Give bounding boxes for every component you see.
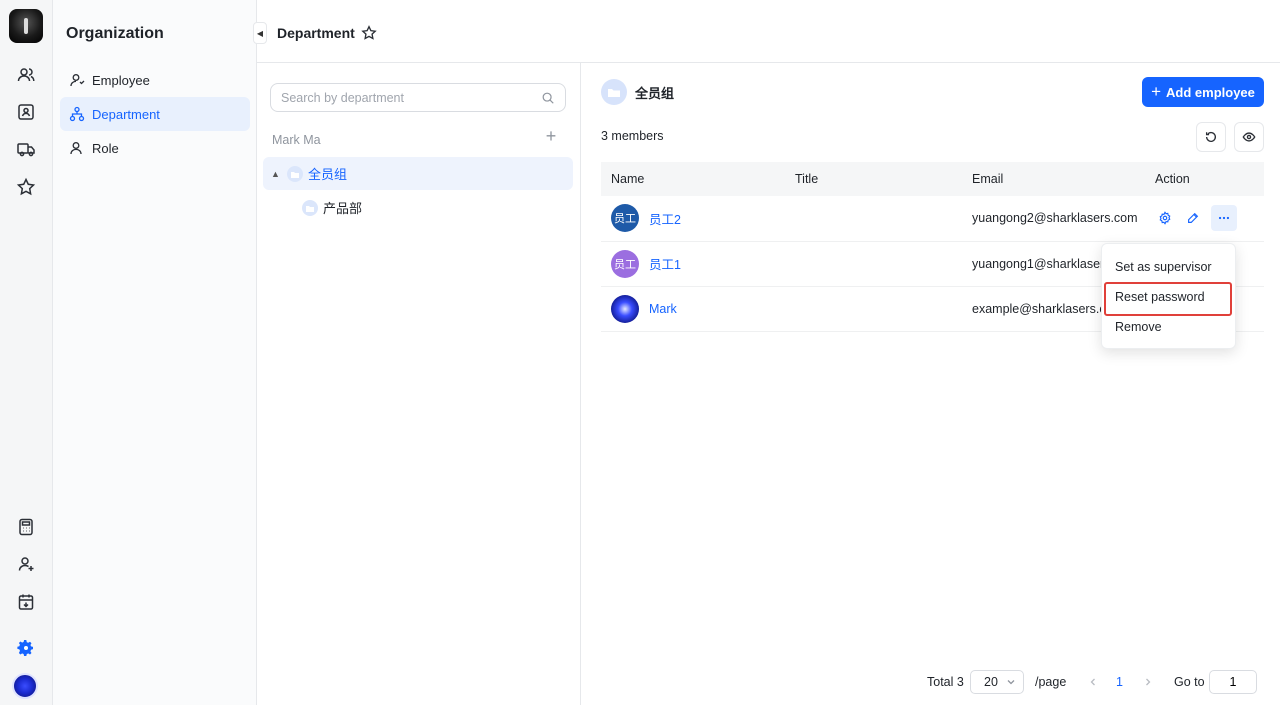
star-icon[interactable] bbox=[11, 172, 41, 202]
department-name: 全员组 bbox=[635, 85, 675, 101]
search-icon[interactable] bbox=[541, 91, 555, 105]
page-number-current[interactable]: 1 bbox=[1116, 670, 1123, 694]
eye-icon bbox=[1242, 132, 1256, 142]
employee-title bbox=[785, 286, 962, 331]
more-actions-menu: Set as supervisor Reset password Remove bbox=[1101, 243, 1236, 349]
visibility-button[interactable] bbox=[1234, 122, 1264, 152]
more-actions-button[interactable] bbox=[1211, 205, 1237, 232]
department-tree-panel: Mark Ma + ▲ 全员组 产品部 bbox=[257, 63, 581, 705]
department-icon bbox=[601, 79, 627, 105]
employee-name-link[interactable]: Mark bbox=[649, 302, 677, 316]
id-card-icon[interactable] bbox=[11, 97, 41, 127]
menu-item-remove[interactable]: Remove bbox=[1102, 312, 1235, 342]
plus-icon: + bbox=[1151, 82, 1162, 101]
table-header-row: Name Title Email Action bbox=[601, 162, 1264, 196]
workspace-logo[interactable] bbox=[9, 9, 43, 43]
nav-item-label: Department bbox=[92, 106, 160, 122]
pagination-total: Total 3 bbox=[927, 675, 964, 689]
goto-label: Go to bbox=[1174, 675, 1205, 689]
set-supervisor-button[interactable] bbox=[1155, 208, 1175, 228]
department-icon bbox=[287, 165, 303, 182]
refresh-button[interactable] bbox=[1196, 122, 1226, 152]
edit-pencil-icon bbox=[1188, 213, 1199, 224]
employee-title bbox=[785, 241, 962, 286]
department-search-input[interactable] bbox=[281, 90, 541, 105]
avatar: 员工 bbox=[611, 249, 639, 278]
chevron-down-icon bbox=[1007, 680, 1015, 685]
calendar-icon[interactable] bbox=[11, 587, 41, 617]
app-rail bbox=[0, 0, 53, 705]
page-size-select[interactable]: 20 bbox=[970, 670, 1024, 694]
avatar bbox=[611, 294, 639, 323]
table-row: 员工 员工2 yuangong2@sharklasers.com bbox=[601, 196, 1264, 241]
employee-name-link[interactable]: 员工2 bbox=[649, 209, 681, 228]
nav-item-department[interactable]: Department bbox=[60, 97, 250, 131]
truck-icon[interactable] bbox=[11, 134, 41, 164]
contacts-icon[interactable] bbox=[11, 60, 41, 90]
column-header-action: Action bbox=[1155, 172, 1190, 186]
column-header-email: Email bbox=[972, 172, 1004, 186]
role-icon bbox=[70, 142, 82, 155]
add-department-icon[interactable]: + bbox=[542, 127, 560, 145]
top-bar: Department bbox=[257, 0, 1280, 63]
employee-name-link[interactable]: 员工1 bbox=[649, 254, 681, 273]
employee-email: yuangong2@sharklasers.com bbox=[972, 211, 1138, 226]
nav-item-label: Role bbox=[92, 140, 119, 156]
next-page-icon[interactable] bbox=[1143, 670, 1153, 694]
user-icon bbox=[70, 74, 85, 87]
settings-gear-icon[interactable] bbox=[11, 633, 41, 663]
calculator-icon[interactable] bbox=[11, 512, 41, 542]
settings-user-icon bbox=[1159, 211, 1171, 226]
favorite-star-icon[interactable] bbox=[360, 24, 378, 42]
menu-item-set-supervisor[interactable]: Set as supervisor bbox=[1102, 252, 1235, 282]
tree-node-all-staff[interactable]: ▲ 全员组 bbox=[263, 157, 573, 190]
page-title: Department bbox=[277, 25, 355, 41]
tree-node-product[interactable]: 产品部 bbox=[298, 191, 362, 224]
app-window: Organization Employee Department Role ◀ … bbox=[0, 0, 1280, 705]
organization-panel: Organization Employee Department Role bbox=[53, 0, 257, 705]
department-icon bbox=[302, 199, 318, 216]
nav-item-role[interactable]: Role bbox=[60, 131, 250, 165]
department-header: 全员组 bbox=[601, 79, 674, 105]
org-chart-icon bbox=[69, 106, 85, 122]
goto-page-input[interactable] bbox=[1209, 670, 1257, 694]
add-employee-button[interactable]: + Add employee bbox=[1142, 77, 1264, 107]
employee-title bbox=[785, 196, 962, 241]
column-header-title: Title bbox=[795, 172, 819, 186]
nav-item-employee[interactable]: Employee bbox=[60, 63, 250, 97]
panel-title: Organization bbox=[66, 25, 164, 42]
avatar: 员工 bbox=[611, 204, 639, 233]
members-count: 3 members bbox=[601, 129, 664, 143]
user-avatar[interactable] bbox=[12, 673, 38, 699]
prev-page-icon[interactable] bbox=[1088, 670, 1098, 694]
department-search bbox=[270, 83, 566, 112]
refresh-icon bbox=[1205, 131, 1217, 142]
column-header-name: Name bbox=[611, 172, 645, 186]
edit-button[interactable] bbox=[1183, 208, 1203, 228]
menu-item-reset-password[interactable]: Reset password bbox=[1102, 282, 1235, 316]
tree-node-label: 全员组 bbox=[308, 167, 348, 182]
department-detail: 全员组 + Add employee 3 members Name Title … bbox=[581, 63, 1280, 705]
page-size-value: 20 bbox=[984, 675, 998, 689]
nav-item-label: Employee bbox=[92, 72, 150, 88]
add-employee-label: Add employee bbox=[1166, 84, 1255, 100]
expand-caret-icon[interactable]: ▲ bbox=[271, 169, 283, 179]
more-dots-icon bbox=[1218, 217, 1230, 220]
tree-node-label: 产品部 bbox=[323, 201, 363, 216]
tree-root-owner: Mark Ma bbox=[272, 133, 321, 147]
per-page-label: /page bbox=[1035, 675, 1067, 689]
add-user-icon[interactable] bbox=[11, 549, 41, 579]
